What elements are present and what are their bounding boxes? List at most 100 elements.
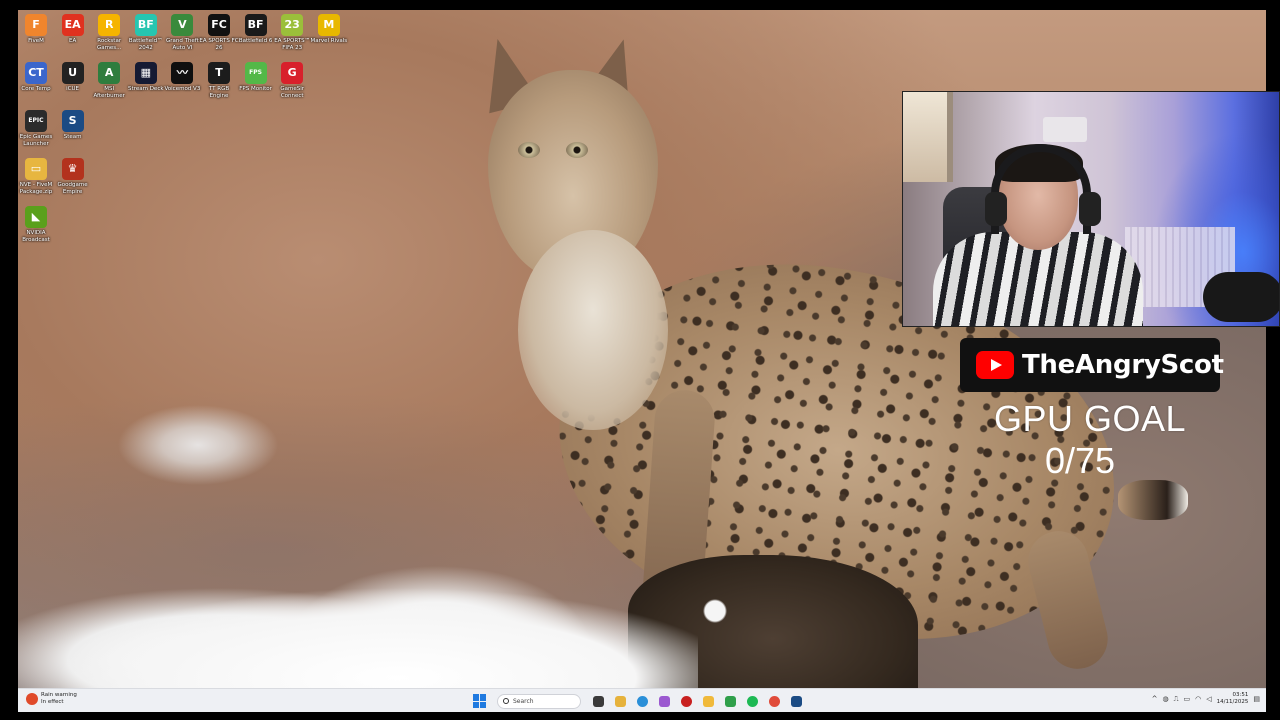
network-icon[interactable]: ◍: [1163, 695, 1169, 703]
desktop-shortcut-label: Battlefield 6: [238, 38, 273, 44]
desktop-shortcut[interactable]: EA EA: [55, 10, 91, 45]
folder-icon[interactable]: [699, 693, 717, 709]
edge-icon[interactable]: [633, 693, 651, 709]
desktop-shortcut[interactable]: ▭ NVE - FiveM Package.zip: [18, 154, 54, 195]
steam-taskbar-icon[interactable]: [787, 693, 805, 709]
desktop-shortcut[interactable]: G GameSir Connect: [274, 58, 310, 99]
desktop-shortcut[interactable]: UiCUE: [55, 58, 91, 93]
desktop-shortcut-label: Goodgame Empire: [57, 182, 88, 195]
epic-games-icon: EPIC: [25, 110, 47, 132]
desktop-shortcut[interactable]: 〰 Voicemod V3: [164, 58, 200, 93]
weather-text: Rain warning In effect: [41, 692, 77, 706]
system-tray: ^ ◍ ⎍ ▭ ◠ ◁ 03:51 14/11/2025 ▤: [1152, 692, 1260, 706]
desktop-shortcut[interactable]: 23 EA SPORTS™ FIFA 23: [274, 10, 310, 51]
file-explorer-icon[interactable]: [611, 693, 629, 709]
steam-icon: S: [61, 110, 84, 132]
voicemod-icon: 〰: [171, 62, 194, 84]
goodgame-empire-icon: ♛: [61, 158, 84, 180]
desktop-shortcut[interactable]: FPS FPS Monitor: [238, 58, 274, 93]
desktop-shortcut[interactable]: FC EA SPORTS FC 26: [199, 10, 239, 51]
desktop-shortcut-label: TT RGB Engine: [208, 86, 230, 99]
webcam-shelf: [1043, 117, 1087, 142]
ea-fc-icon: FC: [208, 14, 230, 36]
desktop-shortcut[interactable]: ▦ Stream Deck: [128, 58, 164, 93]
weather-widget[interactable]: Rain warning In effect: [26, 692, 77, 706]
weather-subtitle: In effect: [41, 699, 64, 705]
desktop-shortcut-label: NVE - FiveM Package.zip: [19, 182, 53, 195]
desktop-shortcut[interactable]: CT Core Temp: [18, 58, 54, 93]
wallpaper-snow: [18, 578, 698, 688]
core-temp-icon: CT: [25, 62, 47, 84]
clock[interactable]: 03:51 14/11/2025: [1217, 692, 1249, 706]
taskbar-search[interactable]: Search: [497, 693, 581, 709]
desktop-shortcut[interactable]: A MSI Afterburner: [91, 58, 127, 99]
wallpaper-bobcat-eye: [566, 142, 588, 158]
weather-title: Rain warning: [41, 692, 77, 698]
stream-deck-icon: ▦: [134, 62, 157, 84]
desktop-shortcut[interactable]: BF Battlefield 6: [238, 10, 274, 45]
ea-icon: EA: [61, 14, 84, 36]
goal-title: GPU GOAL: [993, 398, 1187, 439]
desktop-shortcut[interactable]: ◣ NVIDIA Broadcast: [18, 202, 54, 243]
fps-monitor-icon: FPS: [244, 62, 267, 84]
chevron-up-icon[interactable]: ^: [1152, 695, 1158, 703]
tt-rgb-icon: T: [208, 62, 230, 84]
desktop-shortcut-label: Grand Theft Auto VI: [165, 38, 199, 51]
taskbar-apps: Search: [473, 693, 805, 709]
search-icon: [503, 698, 509, 704]
desktop-shortcut[interactable]: T TT RGB Engine: [201, 58, 237, 99]
webcam-window: [903, 92, 953, 182]
rain-warning-icon: [26, 693, 38, 705]
copilot-icon[interactable]: [655, 693, 673, 709]
desktop-shortcut-label: Rockstar Games...: [96, 38, 122, 51]
desktop-shortcut-label: Battlefield™ 2042: [128, 38, 163, 51]
desktop-icon-grid: F FiveM EA EA R Rockstar Games... BF Battlefiel…: [18, 10, 358, 250]
desktop-shortcut-label: Steam: [63, 134, 82, 140]
wallpaper-bobcat-eye: [518, 142, 540, 158]
desktop-shortcut-label: Marvel Rivals: [310, 38, 348, 44]
nvidia-broadcast-icon: ◣: [25, 206, 47, 228]
notification-icon[interactable]: ▤: [1253, 695, 1260, 703]
desktop-shortcut[interactable]: S Steam: [55, 106, 91, 141]
obs-record-icon[interactable]: [677, 693, 695, 709]
webcam-headphone-cup: [985, 192, 1007, 226]
marvel-rivals-icon: M: [317, 14, 340, 36]
gta-icon: V: [171, 14, 194, 36]
desktop-shortcut-label: Stream Deck: [128, 86, 164, 92]
desktop-shortcut[interactable]: M Marvel Rivals: [310, 10, 348, 45]
spotify-icon[interactable]: [743, 693, 761, 709]
desktop-shortcut[interactable]: V Grand Theft Auto VI: [164, 10, 200, 51]
volume-icon[interactable]: ◁: [1206, 695, 1211, 703]
start-button[interactable]: [473, 694, 487, 708]
gamesir-icon: G: [281, 62, 304, 84]
desktop-shortcut-label: MSI Afterburner: [93, 86, 125, 99]
wifi-icon[interactable]: ◠: [1195, 695, 1201, 703]
channel-name: TheAngryScot: [1022, 350, 1224, 380]
youtube-icon: [976, 351, 1014, 379]
desktop-shortcut[interactable]: EPIC Epic Games Launcher: [18, 106, 54, 147]
goal-count: 0/75: [1044, 440, 1116, 481]
chrome-icon[interactable]: [765, 693, 783, 709]
fivem-icon: F: [25, 14, 47, 36]
usb-icon[interactable]: ⎍: [1174, 695, 1179, 704]
pinned-apps: [589, 693, 805, 709]
xbox-icon[interactable]: [721, 693, 739, 709]
rockstar-icon: R: [98, 14, 121, 36]
battery-icon[interactable]: ▭: [1184, 695, 1191, 703]
fifa-icon: 23: [281, 14, 304, 36]
desktop-shortcut-label: Core Temp: [21, 86, 51, 92]
desktop-shortcut[interactable]: R Rockstar Games...: [91, 10, 127, 51]
battlefield-2042-icon: BF: [134, 14, 157, 36]
msi-afterburner-icon: A: [98, 62, 121, 84]
desktop-shortcut[interactable]: F FiveM: [18, 10, 54, 45]
desktop-shortcut[interactable]: ♛ Goodgame Empire: [55, 154, 91, 195]
icue-icon: U: [61, 62, 84, 84]
task-view-icon[interactable]: [589, 693, 607, 709]
desktop-shortcut-label: Epic Games Launcher: [19, 134, 53, 147]
desktop-shortcut-label: EA SPORTS FC 26: [199, 38, 239, 51]
clock-time: 03:51: [1232, 692, 1249, 698]
desktop-shortcut[interactable]: BF Battlefield™ 2042: [128, 10, 164, 51]
clock-date: 14/11/2025: [1216, 699, 1249, 705]
desktop-shortcut-label: FPS Monitor: [239, 86, 272, 92]
search-placeholder: Search: [513, 697, 534, 705]
